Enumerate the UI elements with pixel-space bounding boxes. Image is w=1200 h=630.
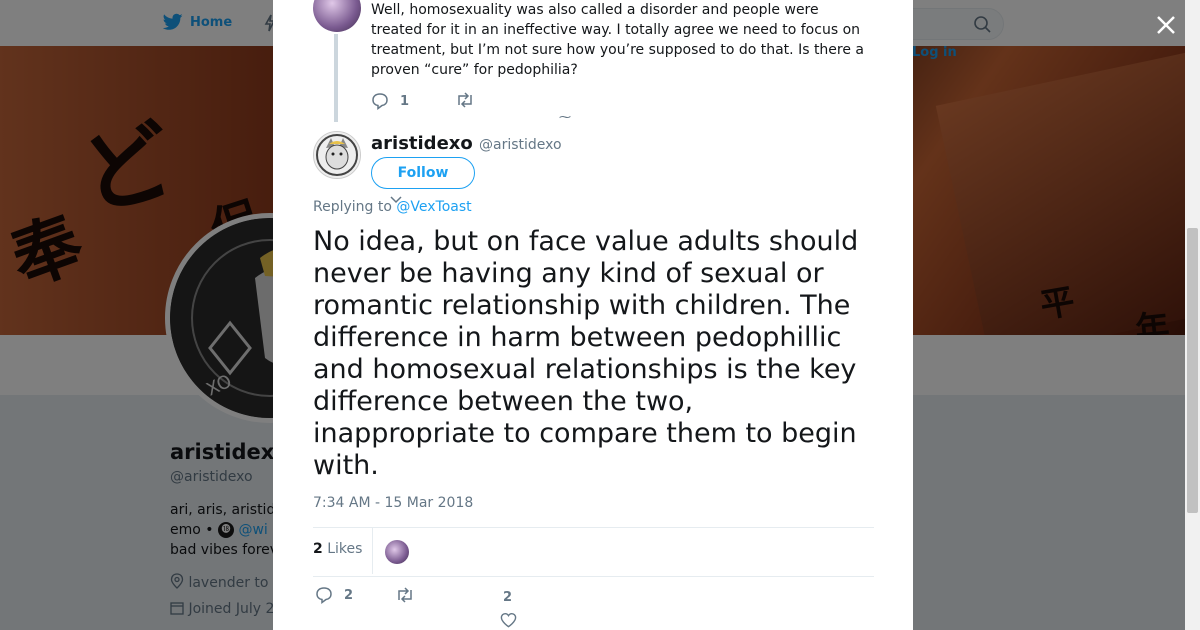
retweet-button[interactable] <box>455 92 475 108</box>
reply-button[interactable]: 1 <box>371 92 409 110</box>
thread-connector <box>334 34 338 122</box>
replying-to: Replying to @VexToast <box>313 199 472 215</box>
tweet-stats: 2 Likes <box>313 527 874 577</box>
tweet-text: No idea, but on face value adults should… <box>313 226 859 481</box>
likes-count: 2 <box>313 541 323 557</box>
reply-icon <box>316 587 332 604</box>
stats-divider <box>372 528 373 574</box>
previous-tweet-text: Well, homosexuality was also called a di… <box>371 2 865 78</box>
tweet-timestamp[interactable]: 7:34 AM - 15 Mar 2018 <box>313 495 473 511</box>
liker-avatar[interactable] <box>385 540 409 564</box>
heart-icon[interactable] <box>500 612 517 628</box>
tweet-modal: Well, homosexuality was also called a di… <box>273 0 913 630</box>
reply-icon <box>372 93 388 110</box>
reply-count: 2 <box>344 587 354 603</box>
previous-tweet-avatar[interactable] <box>313 0 361 32</box>
reply-button[interactable]: 2 <box>315 586 353 604</box>
reply-count: 1 <box>400 93 410 109</box>
more-dots-icon[interactable]: ⁓ <box>559 111 571 123</box>
author-avatar[interactable] <box>313 131 361 179</box>
close-icon[interactable] <box>1153 12 1179 38</box>
follow-button[interactable]: Follow <box>371 157 475 189</box>
retweet-icon <box>398 587 412 603</box>
author-handle[interactable]: @aristidexo <box>479 137 562 153</box>
like-count: 2 <box>503 590 513 605</box>
retweet-button[interactable] <box>395 587 415 603</box>
scrollbar-thumb[interactable] <box>1187 228 1198 513</box>
author-name[interactable]: aristidexo <box>371 133 473 154</box>
tweet-actions: 2 2 <box>313 586 873 628</box>
likes-stat[interactable]: 2 Likes <box>313 541 362 557</box>
author-avatar-art <box>314 132 360 178</box>
likes-label: Likes <box>327 541 363 557</box>
replying-prefix: Replying to <box>313 199 392 215</box>
retweet-icon <box>458 92 472 108</box>
replying-mention[interactable]: @VexToast <box>396 199 471 215</box>
